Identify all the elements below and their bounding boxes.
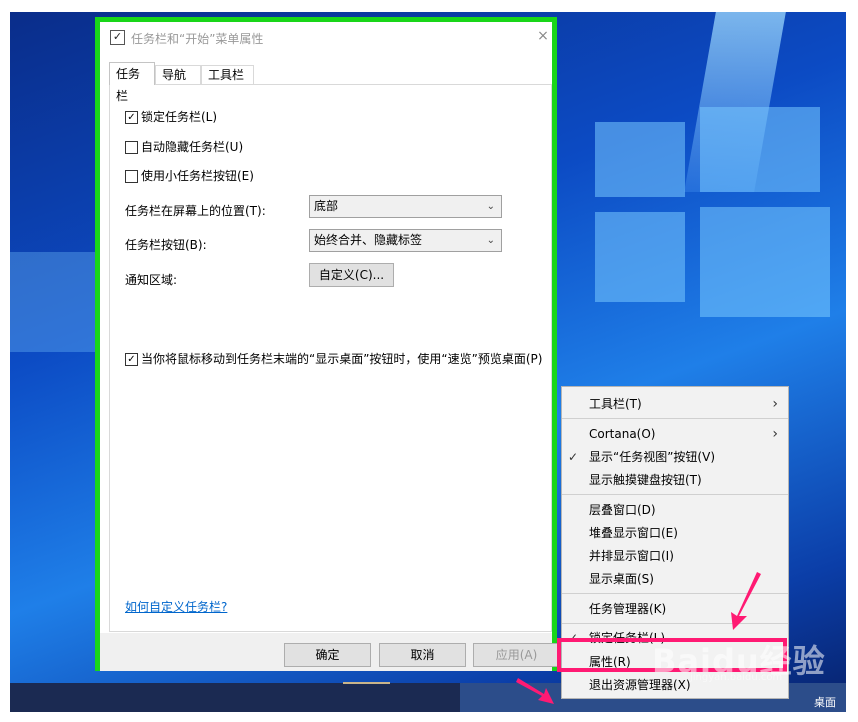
menu-item-label: 任务管理器(K) [589,602,667,616]
lock-taskbar-label: 锁定任务栏(L) [141,110,218,124]
menu-item-cascade[interactable]: 层叠窗口(D) [562,499,788,521]
menu-item-task-view[interactable]: ✓ 显示“任务视图”按钮(V) [562,446,788,468]
position-label: 任务栏在屏幕上的位置(T): [125,204,266,218]
frame [0,0,10,722]
tab-taskbar[interactable]: 任务栏 [109,62,155,103]
chevron-right-icon: › [772,426,778,442]
window-pane [595,122,685,197]
menu-item-side-by-side[interactable]: 并排显示窗口(I) [562,545,788,567]
lock-taskbar-checkbox[interactable]: ✓ [125,110,138,124]
frame [0,712,858,722]
tab-toolbars[interactable]: 工具栏 [201,65,254,84]
chevron-right-icon: › [772,396,778,412]
menu-separator [562,494,788,495]
position-select[interactable]: 底部 ⌄ [309,195,502,218]
small-buttons-label: 使用小任务栏按钮(E) [141,169,254,183]
buttons-select[interactable]: 始终合并、隐藏标签 ⌄ [309,229,502,252]
apply-button[interactable]: 应用(A) [473,643,560,667]
auto-hide-option[interactable]: 自动隐藏任务栏(U) [125,139,243,155]
menu-item-touch-keyboard[interactable]: 显示触摸键盘按钮(T) [562,469,788,491]
tab-navigation[interactable]: 导航 [155,65,201,84]
peek-option[interactable]: ✓ 当你将鼠标移动到任务栏末端的“显示桌面”按钮时，使用“速览”预览桌面(P) [125,351,542,367]
auto-hide-checkbox[interactable] [125,140,138,154]
frame [846,0,858,722]
menu-item-toolbars[interactable]: 工具栏(T) › [562,393,788,415]
close-icon[interactable]: × [536,27,550,45]
ok-button[interactable]: 确定 [284,643,371,667]
frame [0,0,858,12]
window-title: 任务栏和“开始”菜单属性 [131,32,264,46]
pointer-arrow-icon [516,678,554,704]
menu-item-label: 工具栏(T) [589,397,642,411]
checkbox-app-icon: ✓ [110,30,125,45]
dialog-footer: 确定 取消 应用(A) [100,633,560,671]
customize-button[interactable]: 自定义(C)... [309,263,394,287]
chevron-down-icon: ⌄ [486,201,495,212]
help-link[interactable]: 如何自定义任务栏? [125,598,227,615]
titlebar[interactable]: ✓ 任务栏和“开始”菜单属性 × [100,22,552,52]
taskbar-properties-dialog: ✓ 任务栏和“开始”菜单属性 × 任务栏 导航 工具栏 ✓ 锁定任务栏(L) 自… [95,17,560,671]
pointer-arrow-icon [731,572,761,630]
cancel-button[interactable]: 取消 [379,643,466,667]
window-pane [10,252,100,352]
watermark-url: jingyan.baidu.com [690,672,783,683]
small-buttons-checkbox[interactable] [125,169,138,183]
menu-item-label: 堆叠显示窗口(E) [589,526,678,540]
chevron-down-icon: ⌄ [486,235,495,246]
menu-item-stacked[interactable]: 堆叠显示窗口(E) [562,522,788,544]
menu-item-label: 并排显示窗口(I) [589,549,674,563]
checkmark-icon: ✓ [568,450,579,464]
position-value: 底部 [314,199,339,213]
menu-item-label: 显示桌面(S) [589,572,654,586]
menu-item-cortana[interactable]: Cortana(O) › [562,423,788,445]
show-desktop-label[interactable]: 桌面 [814,694,836,710]
menu-item-label: 显示触摸键盘按钮(T) [589,473,702,487]
auto-hide-label: 自动隐藏任务栏(U) [141,140,244,154]
menu-item-label: Cortana(O) [589,427,656,441]
peek-checkbox[interactable]: ✓ [125,352,138,366]
buttons-value: 始终合并、隐藏标签 [314,233,423,247]
window-pane [595,212,685,302]
menu-item-label: 显示“任务视图”按钮(V) [589,450,716,464]
taskbar-active-indicator [343,682,390,684]
lock-taskbar-option[interactable]: ✓ 锁定任务栏(L) [125,109,217,125]
small-buttons-option[interactable]: 使用小任务栏按钮(E) [125,168,254,184]
menu-separator [562,418,788,419]
notify-label: 通知区域: [125,273,178,287]
window-pane [700,107,820,192]
buttons-label: 任务栏按钮(B): [125,238,207,252]
menu-item-label: 层叠窗口(D) [589,503,656,517]
window-pane [700,207,830,317]
peek-label: 当你将鼠标移动到任务栏末端的“显示桌面”按钮时，使用“速览”预览桌面(P) [141,352,543,366]
